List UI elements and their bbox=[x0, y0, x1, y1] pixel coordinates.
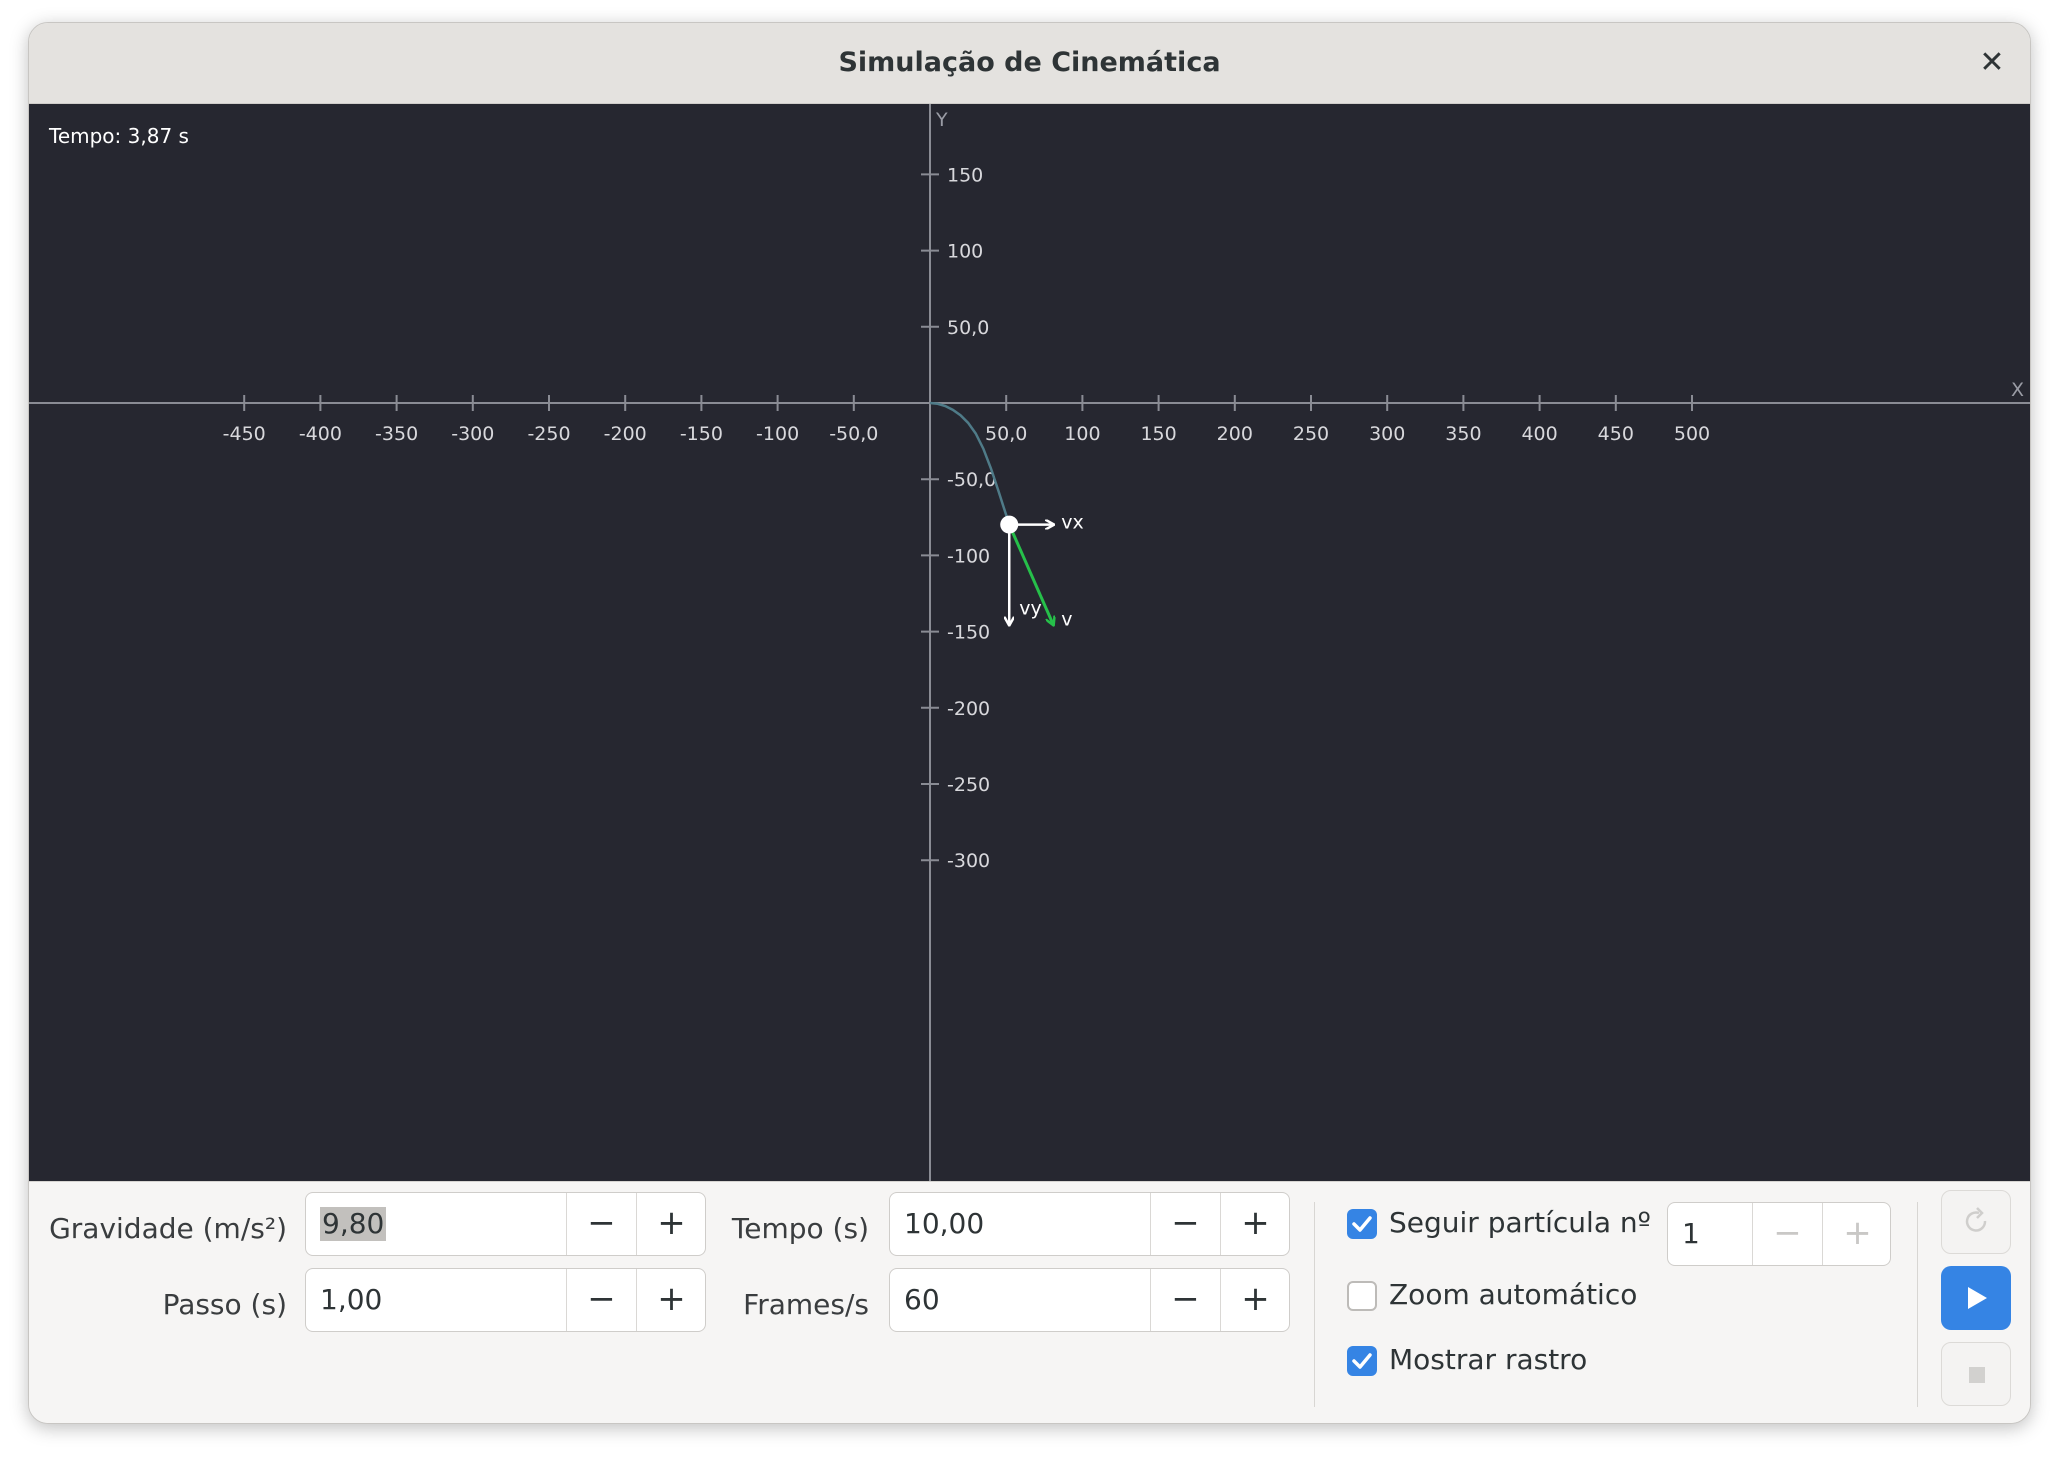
autozoom-checkbox[interactable] bbox=[1347, 1281, 1377, 1311]
y-axis-name: Y bbox=[935, 109, 948, 131]
vx-label: vx bbox=[1061, 512, 1084, 534]
y-tick-label: -250 bbox=[947, 774, 990, 796]
x-tick-label: 300 bbox=[1369, 423, 1405, 445]
window-title: Simulação de Cinemática bbox=[838, 47, 1221, 78]
time-increase-button[interactable]: + bbox=[1220, 1193, 1289, 1255]
controls-panel: Gravidade (m/s²) 9,80 − + Passo (s) 1,00… bbox=[29, 1181, 2030, 1423]
simulation-canvas[interactable]: Y X -450 -400 -350 -300 -250 -200 -150 -100 -50,0 5… bbox=[29, 104, 2030, 1181]
x-tick-label: -100 bbox=[756, 423, 799, 445]
gravity-decrease-button[interactable]: − bbox=[566, 1193, 636, 1255]
x-tick-label: 100 bbox=[1064, 423, 1100, 445]
stop-button[interactable] bbox=[1941, 1342, 2011, 1406]
time-decrease-button[interactable]: − bbox=[1150, 1193, 1220, 1255]
simulation-window: Simulação de Cinemática ✕ Y X -450 -400 -350… bbox=[28, 22, 2031, 1424]
follow-checkbox[interactable] bbox=[1347, 1209, 1377, 1239]
play-icon bbox=[1968, 1287, 1987, 1309]
x-axis-name: X bbox=[2011, 379, 2024, 401]
step-value[interactable]: 1,00 bbox=[320, 1269, 382, 1331]
follow-spinner[interactable]: 1 − + bbox=[1667, 1202, 1891, 1266]
y-tick-label: -150 bbox=[947, 622, 990, 644]
reset-button[interactable] bbox=[1941, 1190, 2011, 1254]
step-decrease-button[interactable]: − bbox=[566, 1269, 636, 1331]
gravity-label: Gravidade (m/s²) bbox=[49, 1212, 287, 1245]
follow-decrease-button[interactable]: − bbox=[1752, 1203, 1822, 1265]
y-tick-label: -300 bbox=[947, 850, 990, 872]
x-tick-label: 350 bbox=[1445, 423, 1481, 445]
time-spinner[interactable]: 10,00 − + bbox=[889, 1192, 1290, 1256]
autozoom-label[interactable]: Zoom automático bbox=[1389, 1278, 1637, 1311]
separator bbox=[1314, 1202, 1315, 1407]
x-tick-label: 250 bbox=[1293, 423, 1329, 445]
follow-value[interactable]: 1 bbox=[1682, 1203, 1700, 1265]
refresh-icon bbox=[1965, 1207, 1987, 1232]
x-tick-label: -150 bbox=[680, 423, 723, 445]
x-tick-label: -350 bbox=[375, 423, 418, 445]
y-tick-label: 100 bbox=[947, 241, 983, 263]
fps-label: Frames/s bbox=[743, 1288, 869, 1321]
x-tick-label: 50,0 bbox=[985, 423, 1027, 445]
stop-icon bbox=[1969, 1367, 1985, 1383]
x-tick-label: -300 bbox=[451, 423, 494, 445]
follow-label[interactable]: Seguir partícula nº bbox=[1389, 1206, 1651, 1239]
y-tick-label: -100 bbox=[947, 545, 990, 567]
gravity-value[interactable]: 9,80 bbox=[320, 1207, 387, 1241]
play-button[interactable] bbox=[1941, 1266, 2011, 1330]
x-tick-label: -450 bbox=[223, 423, 266, 445]
checkmark-icon bbox=[1352, 1353, 1372, 1369]
x-tick-label: 500 bbox=[1674, 423, 1710, 445]
time-value[interactable]: 10,00 bbox=[904, 1193, 984, 1255]
y-tick-label: -200 bbox=[947, 698, 990, 720]
trail-label[interactable]: Mostrar rastro bbox=[1389, 1343, 1587, 1376]
fps-value[interactable]: 60 bbox=[904, 1269, 940, 1331]
time-readout: Tempo: 3,87 s bbox=[49, 124, 189, 148]
step-label: Passo (s) bbox=[162, 1288, 287, 1321]
y-tick-label: -50,0 bbox=[947, 469, 996, 491]
checkmark-icon bbox=[1352, 1216, 1372, 1232]
fps-decrease-button[interactable]: − bbox=[1150, 1269, 1220, 1331]
x-tick-label: -50,0 bbox=[829, 423, 878, 445]
plot-svg: Y X -450 -400 -350 -300 -250 -200 -150 -100 -50,0 5… bbox=[29, 104, 2030, 1181]
vy-label: vy bbox=[1019, 598, 1042, 620]
time-label: Tempo (s) bbox=[731, 1212, 869, 1245]
fps-increase-button[interactable]: + bbox=[1220, 1269, 1289, 1331]
y-tick-label: 50,0 bbox=[947, 317, 989, 339]
x-tick-label: -400 bbox=[299, 423, 342, 445]
fps-spinner[interactable]: 60 − + bbox=[889, 1268, 1290, 1332]
x-tick-label: 400 bbox=[1521, 423, 1557, 445]
x-tick-label: 150 bbox=[1140, 423, 1176, 445]
x-tick-label: -250 bbox=[527, 423, 570, 445]
gravity-spinner[interactable]: 9,80 − + bbox=[305, 1192, 706, 1256]
x-tick-label: -200 bbox=[604, 423, 647, 445]
trail-checkbox[interactable] bbox=[1347, 1346, 1377, 1376]
follow-increase-button[interactable]: + bbox=[1822, 1203, 1890, 1265]
title-bar: Simulação de Cinemática ✕ bbox=[29, 23, 2030, 104]
x-tick-label: 450 bbox=[1598, 423, 1634, 445]
separator bbox=[1917, 1202, 1918, 1407]
particle bbox=[1000, 515, 1019, 534]
close-icon[interactable]: ✕ bbox=[1972, 43, 2012, 83]
y-tick-label: 150 bbox=[947, 164, 983, 186]
x-tick-label: 200 bbox=[1217, 423, 1253, 445]
v-label: v bbox=[1061, 609, 1072, 631]
step-spinner[interactable]: 1,00 − + bbox=[305, 1268, 706, 1332]
trajectory-trail bbox=[929, 401, 1011, 525]
